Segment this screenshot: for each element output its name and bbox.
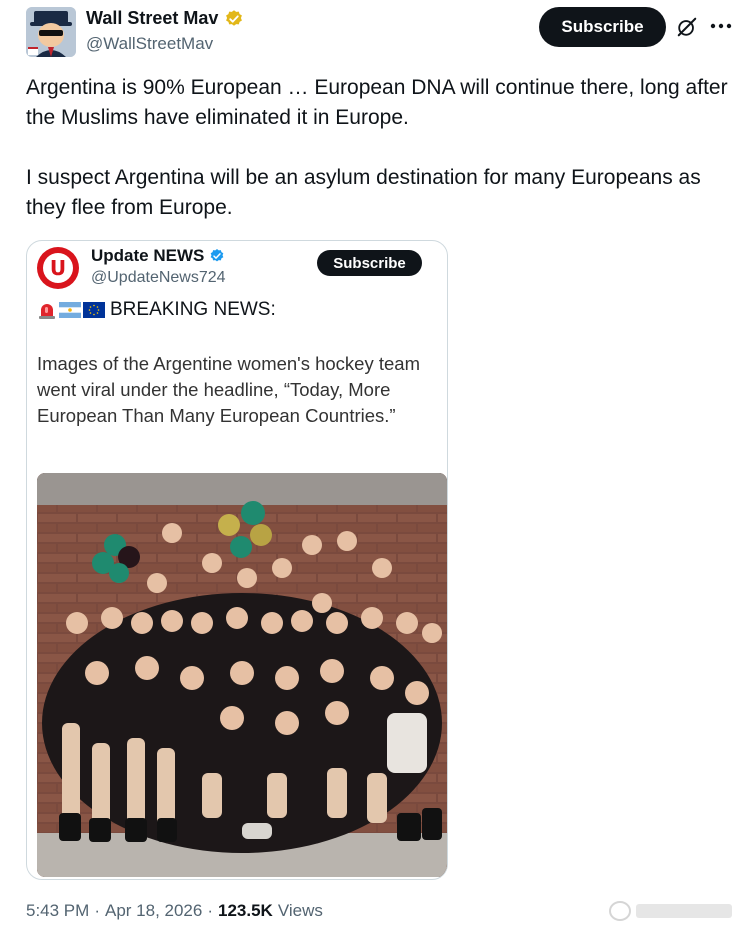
verified-badge-icon [209, 248, 225, 264]
grok-icon[interactable] [676, 16, 698, 38]
breaking-news-label: BREAKING NEWS: [110, 299, 276, 320]
team-photo [37, 473, 447, 877]
breaking-news-line: BREAKING NEWS: [37, 299, 276, 321]
post-text: Argentina is 90% European … European DNA… [26, 73, 738, 223]
siren-icon [37, 301, 57, 319]
author-handle[interactable]: @WallStreetMav [86, 34, 213, 54]
more-options-icon[interactable] [708, 14, 734, 38]
post-metadata: 5:43 PM · Apr 18, 2026 · 123.5K Views [26, 901, 323, 921]
quoted-subscribe-badge: Subscribe [317, 250, 422, 276]
author-display-name[interactable]: Wall Street Mav [86, 8, 218, 29]
post-paragraph: I suspect Argentina will be an asylum de… [26, 166, 701, 219]
post-date[interactable]: Apr 18, 2026 [105, 901, 202, 921]
verified-badge-icon [224, 9, 244, 29]
post: Wall Street Mav @WallStreetMav Subscribe… [0, 0, 747, 928]
quoted-handle: @UpdateNews724 [91, 269, 226, 286]
attached-image[interactable]: U Update NEWS @UpdateNews724 Subscribe B… [26, 240, 448, 880]
author-name-row[interactable]: Wall Street Mav [86, 8, 244, 29]
views-count: 123.5K [218, 901, 273, 920]
views-label: Views [277, 901, 323, 920]
argentina-flag-icon [59, 302, 81, 318]
watermark-logo [608, 898, 740, 924]
quoted-text: Images of the Argentine women's hockey t… [37, 353, 420, 426]
post-paragraph: Argentina is 90% European … European DNA… [26, 76, 728, 129]
quoted-name-row: Update NEWS [91, 246, 225, 266]
subscribe-button[interactable]: Subscribe [539, 7, 666, 47]
author-avatar[interactable] [26, 7, 76, 57]
eu-flag-icon [83, 302, 105, 318]
quoted-display-name: Update NEWS [91, 246, 205, 265]
post-time[interactable]: 5:43 PM [26, 901, 89, 921]
logo-letter: U [43, 253, 73, 283]
update-news-logo: U [37, 247, 79, 289]
